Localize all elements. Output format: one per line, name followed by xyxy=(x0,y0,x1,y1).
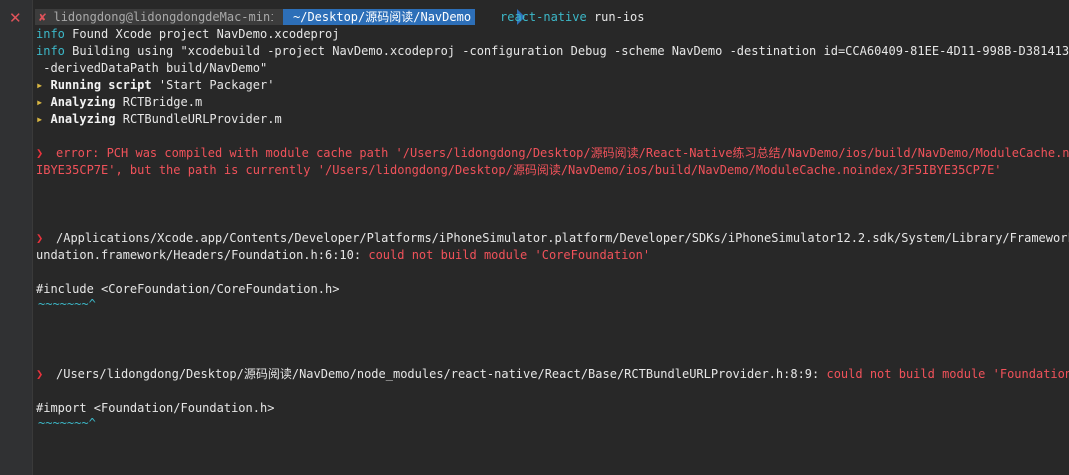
command-name: react-native xyxy=(500,10,587,24)
error-message: could not build module 'Foundation' xyxy=(826,367,1069,381)
build-step: ▸ Analyzing RCTBridge.m xyxy=(36,94,202,111)
error-line: ❯ /Applications/Xcode.app/Contents/Develo… xyxy=(36,230,1069,247)
step-verb: Running script xyxy=(50,78,152,92)
step-object: RCTBridge.m xyxy=(115,95,203,109)
build-step: ▸ Running script 'Start Packager' xyxy=(36,77,274,94)
error-path: undation.framework/Headers/Foundation.h:… xyxy=(36,248,369,262)
output-text: Found Xcode project NavDemo.xcodeproj xyxy=(64,27,340,41)
prompt-user-host: lidongdong@lidongdongdeMac-mini xyxy=(53,10,278,24)
error-chevron-icon: ❯ xyxy=(36,146,44,160)
output-text: -derivedDataPath build/NavDemo" xyxy=(36,61,268,75)
step-verb: Analyzing xyxy=(50,112,116,126)
step-marker-icon: ▸ xyxy=(36,78,44,92)
squiggle-text: ~~~~~~~^ xyxy=(38,297,96,311)
error-text: error: PCH was compiled with module cach… xyxy=(56,146,1069,160)
prompt-path: ~/Desktop/源码阅读/NavDemo xyxy=(293,10,472,24)
step-marker-icon: ▸ xyxy=(36,95,44,109)
build-step: ▸ Analyzing RCTBundleURLProvider.m xyxy=(36,111,282,128)
prompt-user-segment: ✘ lidongdong@lidongdongdeMac-mini xyxy=(35,9,284,25)
error-line: ❯ error: PCH was compiled with module cac… xyxy=(36,145,1069,162)
error-line: undation.framework/Headers/Foundation.h:… xyxy=(36,247,650,264)
error-path: /Applications/Xcode.app/Contents/Develop… xyxy=(56,231,1069,245)
step-object: 'Start Packager' xyxy=(151,78,275,92)
squiggle-text: ~~~~~~~^ xyxy=(38,416,96,430)
step-marker-icon: ▸ xyxy=(36,112,44,126)
prompt-command: react-native run-ios xyxy=(500,9,645,25)
error-text: IBYE35CP7E', but the path is currently '… xyxy=(36,163,1002,177)
error-squiggle: ~~~~~~~^ xyxy=(38,415,96,432)
tab-gutter: ✕ xyxy=(0,0,33,475)
error-message: could not build module 'CoreFoundation' xyxy=(368,248,651,262)
info-label: info xyxy=(36,44,65,58)
output-line: -derivedDataPath build/NavDemo" xyxy=(36,60,267,77)
close-tab-icon[interactable]: ✕ xyxy=(9,9,22,27)
output-text: Building using "xcodebuild -project NavD… xyxy=(64,44,1069,58)
error-path: /Users/lidongdong/Desktop/源码阅读/NavDemo/n… xyxy=(56,367,827,381)
prompt-path-segment: ~/Desktop/源码阅读/NavDemo xyxy=(283,9,476,25)
command-args: run-ios xyxy=(593,10,645,24)
prompt-separator-icon xyxy=(273,9,281,25)
source-code: #import <Foundation/Foundation.h> xyxy=(36,401,275,415)
step-verb: Analyzing xyxy=(50,95,116,109)
terminal-output[interactable]: ✘ lidongdong@lidongdongdeMac-mini ~/Desk… xyxy=(33,0,1069,475)
step-object: RCTBundleURLProvider.m xyxy=(115,112,282,126)
output-line: info Found Xcode project NavDemo.xcodepr… xyxy=(36,26,339,43)
error-squiggle: ~~~~~~~^ xyxy=(38,296,96,313)
error-chevron-icon: ❯ xyxy=(36,367,44,381)
info-label: info xyxy=(36,27,65,41)
error-status-icon: ✘ xyxy=(39,10,47,24)
error-line: ❯ /Users/lidongdong/Desktop/源码阅读/NavDemo/… xyxy=(36,366,1069,383)
source-code: #include <CoreFoundation/CoreFoundation.… xyxy=(36,282,340,296)
error-line: IBYE35CP7E', but the path is currently '… xyxy=(36,162,1002,179)
output-line: info Building using "xcodebuild -project… xyxy=(36,43,1069,60)
error-chevron-icon: ❯ xyxy=(36,231,44,245)
